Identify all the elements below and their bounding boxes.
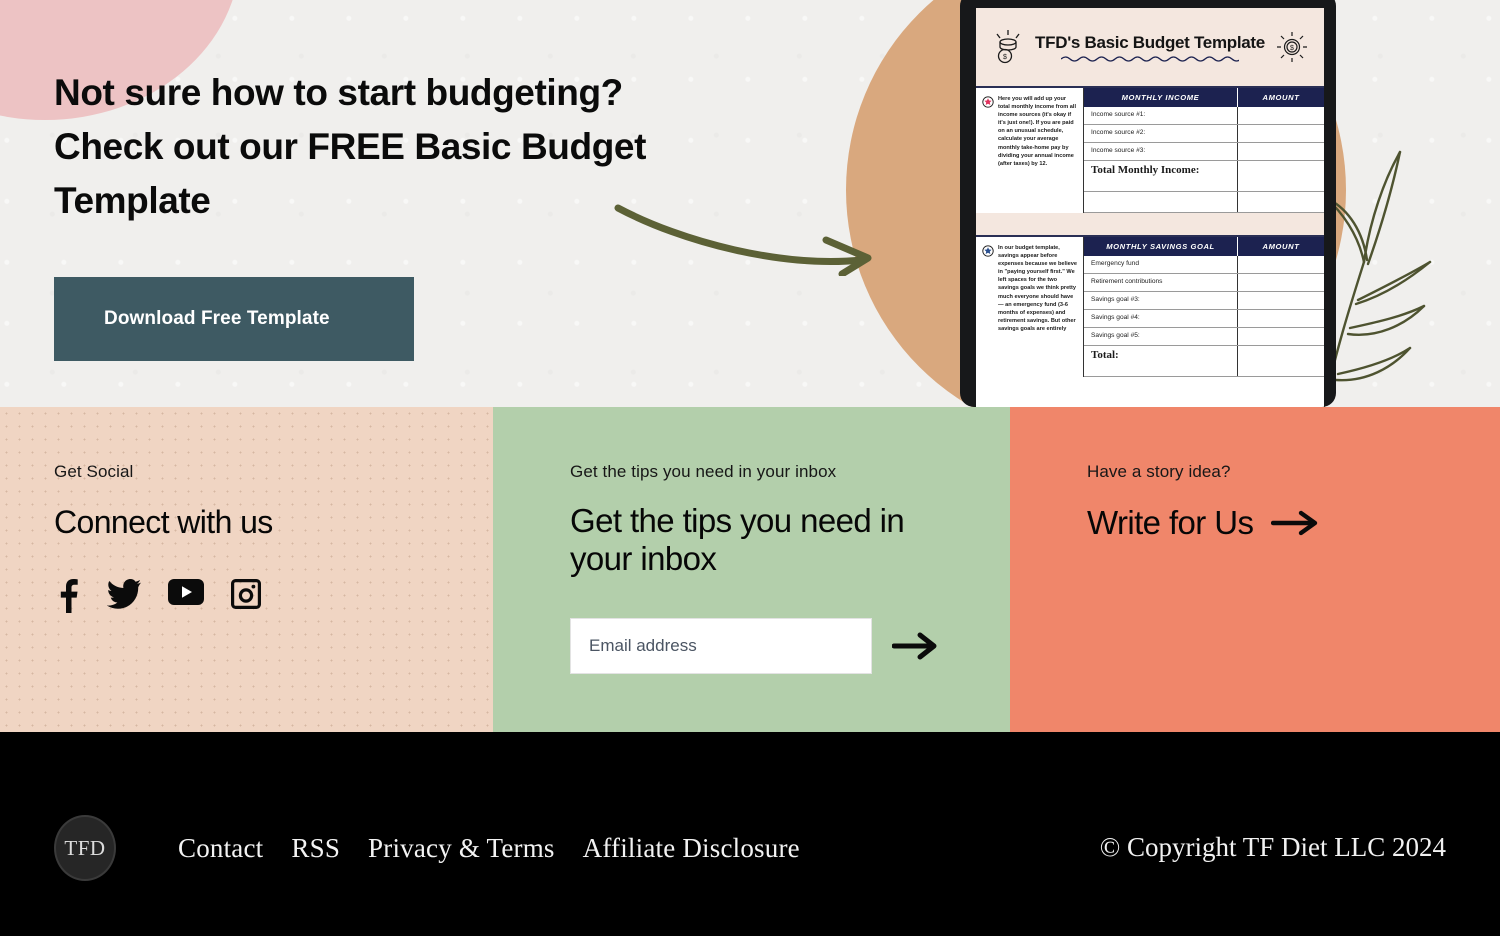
arrow-right-icon — [1271, 510, 1318, 535]
svg-text:$: $ — [1290, 45, 1294, 52]
newsletter-form — [570, 618, 970, 674]
table-header-row: MONTHLY INCOME AMOUNT — [1084, 88, 1324, 107]
footer-nav: Contact RSS Privacy & Terms Affiliate Di… — [178, 833, 800, 864]
social-eyebrow: Get Social — [54, 462, 134, 481]
social-icon-list — [54, 579, 273, 613]
row-label: Savings goal #3: — [1084, 292, 1238, 309]
panel-write-for-us — [1010, 407, 1500, 732]
tablet-device-frame: $ TFD's Basic Budget Template $ Here you… — [960, 0, 1336, 407]
table-row-total: Total: — [1084, 346, 1324, 377]
table-header-row: MONTHLY SAVINGS GOAL AMOUNT — [1084, 237, 1324, 256]
column-header-label: MONTHLY INCOME — [1084, 88, 1238, 107]
row-label: Income source #1: — [1084, 107, 1238, 124]
row-amount — [1238, 256, 1324, 273]
document-section-divider — [976, 213, 1324, 235]
facebook-icon — [60, 579, 78, 613]
social-link-instagram[interactable] — [231, 579, 261, 613]
row-label: Savings goal #4: — [1084, 310, 1238, 327]
table-row: Income source #2: — [1084, 125, 1324, 143]
row-label: Income source #2: — [1084, 125, 1238, 142]
row-amount — [1238, 192, 1324, 212]
document-header: $ TFD's Basic Budget Template $ — [976, 8, 1324, 86]
svg-text:$: $ — [1003, 54, 1007, 61]
table-row: Income source #3: — [1084, 143, 1324, 161]
page-title: Not sure how to start budgeting? Check o… — [54, 72, 647, 221]
column-header-label: MONTHLY SAVINGS GOAL — [1084, 237, 1238, 256]
document-title: TFD's Basic Budget Template — [1035, 32, 1265, 52]
document-section-income: Here you will add up your total monthly … — [976, 86, 1324, 213]
table-row: Emergency fund — [1084, 256, 1324, 274]
budget-template-document: $ TFD's Basic Budget Template $ Here you… — [976, 8, 1324, 407]
botanical-leaf-icon — [1322, 150, 1432, 407]
row-label: Emergency fund — [1084, 256, 1238, 273]
write-content: Have a story idea? Write for Us — [1087, 462, 1319, 541]
section-note-text: Here you will add up your total monthly … — [998, 96, 1077, 167]
squiggle-underline — [1061, 55, 1239, 62]
income-table: MONTHLY INCOME AMOUNT Income source #1: … — [1084, 88, 1324, 213]
row-label: Retirement contributions — [1084, 274, 1238, 291]
coin-stack-icon: $ — [996, 30, 1020, 64]
newsletter-eyebrow: Get the tips you need in your inbox — [570, 462, 837, 481]
table-row-total: Total Monthly Income: — [1084, 161, 1324, 192]
row-amount — [1238, 292, 1324, 309]
table-row-blank — [1084, 192, 1324, 213]
footer-left-group: TFD Contact RSS Privacy & Terms Affiliat… — [54, 815, 800, 881]
row-amount — [1238, 143, 1324, 160]
social-link-youtube[interactable] — [168, 579, 204, 613]
table-row: Savings goal #5: — [1084, 328, 1324, 346]
tfd-logo[interactable]: TFD — [54, 815, 116, 881]
total-label: Total Monthly Income: — [1084, 161, 1238, 191]
row-amount — [1238, 328, 1324, 345]
row-amount — [1238, 310, 1324, 327]
footer-link-contact[interactable]: Contact — [178, 833, 263, 864]
social-link-facebook[interactable] — [54, 579, 80, 613]
footer-link-privacy-terms[interactable]: Privacy & Terms — [368, 833, 555, 864]
arrow-right-icon — [891, 632, 937, 660]
social-heading: Connect with us — [54, 504, 273, 540]
row-label: Savings goal #5: — [1084, 328, 1238, 345]
star-badge-icon — [982, 245, 994, 257]
sun-dollar-icon: $ — [1276, 32, 1307, 62]
table-row: Savings goal #4: — [1084, 310, 1324, 328]
total-amount — [1238, 161, 1324, 191]
hero-copy: Not sure how to start budgeting? Check o… — [54, 66, 734, 228]
row-amount — [1238, 125, 1324, 142]
instagram-icon — [231, 579, 261, 609]
write-eyebrow: Have a story idea? — [1087, 462, 1231, 481]
social-link-twitter[interactable] — [106, 579, 141, 613]
copyright-text: © Copyright TF Diet LLC 2024 — [1099, 832, 1446, 862]
total-label: Total: — [1084, 346, 1238, 376]
total-amount — [1238, 346, 1324, 376]
table-row: Savings goal #3: — [1084, 292, 1324, 310]
column-header-amount: AMOUNT — [1262, 93, 1300, 102]
newsletter-submit-button[interactable] — [891, 631, 938, 661]
write-heading: Write for Us — [1087, 504, 1254, 541]
savings-table: MONTHLY SAVINGS GOAL AMOUNT Emergency fu… — [1084, 237, 1324, 377]
row-label — [1084, 192, 1238, 212]
footer-link-affiliate-disclosure[interactable]: Affiliate Disclosure — [583, 833, 800, 864]
hero-cta-section: Not sure how to start budgeting? Check o… — [0, 0, 1500, 407]
youtube-icon — [168, 579, 204, 605]
section-note: In our budget template, savings appear b… — [976, 237, 1084, 377]
footer-link-rss[interactable]: RSS — [291, 833, 340, 864]
social-content: Get Social Connect with us — [54, 462, 273, 613]
download-free-template-button[interactable]: Download Free Template — [54, 277, 414, 361]
footer-panels: Get Social Connect with us Get the tips … — [0, 407, 1500, 732]
star-badge-icon — [982, 96, 994, 108]
section-note: Here you will add up your total monthly … — [976, 88, 1084, 213]
section-note-text: In our budget template, savings appear b… — [998, 245, 1077, 332]
table-row: Income source #1: — [1084, 107, 1324, 125]
twitter-icon — [106, 579, 141, 609]
page-root: Not sure how to start budgeting? Check o… — [0, 0, 1500, 936]
email-input[interactable] — [570, 618, 872, 674]
row-amount — [1238, 274, 1324, 291]
row-label: Income source #3: — [1084, 143, 1238, 160]
table-row: Retirement contributions — [1084, 274, 1324, 292]
document-section-savings: In our budget template, savings appear b… — [976, 235, 1324, 377]
newsletter-content: Get the tips you need in your inbox Get … — [570, 462, 970, 674]
newsletter-heading: Get the tips you need in your inbox — [570, 502, 905, 577]
column-header-amount: AMOUNT — [1262, 242, 1300, 251]
row-amount — [1238, 107, 1324, 124]
write-for-us-link[interactable]: Write for Us — [1087, 504, 1319, 541]
